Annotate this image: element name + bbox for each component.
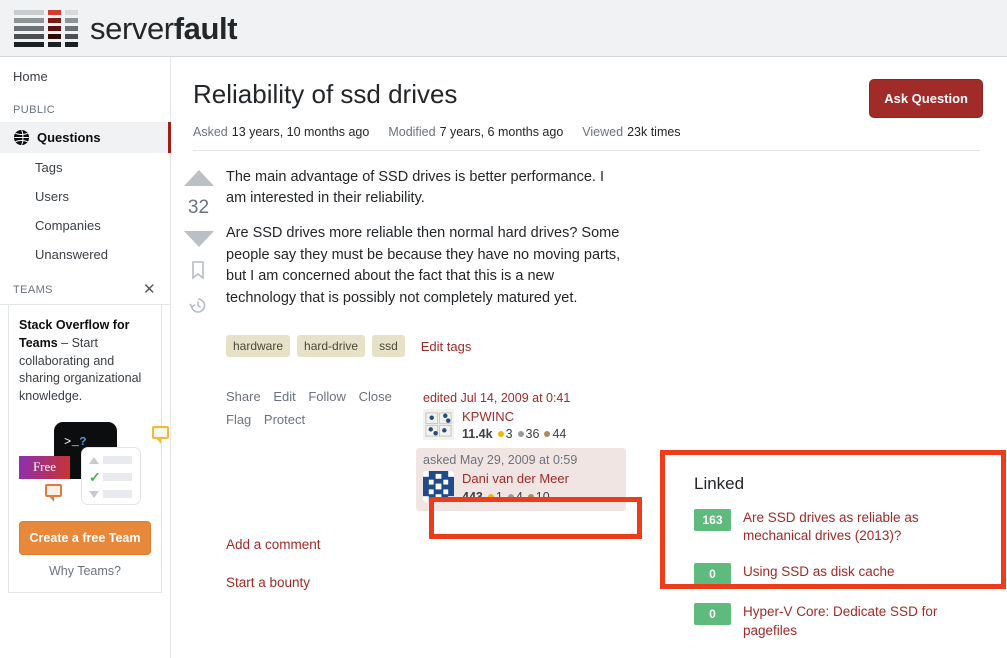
question-paragraph: Are SSD drives more reliable then normal… <box>226 225 621 306</box>
linked-item[interactable]: 0 Using SSD as disk cache <box>678 554 999 594</box>
question-paragraph: The main advantage of SSD drives is bett… <box>226 168 604 206</box>
question-header: Reliability of ssd drives Ask Question A… <box>171 57 1007 151</box>
sidebar-item-label: Companies <box>35 218 101 233</box>
teams-promo-illustration: >_? Free ✓ <box>19 419 169 511</box>
sidebar-item-questions[interactable]: Questions <box>0 122 171 153</box>
user-cards: edited Jul 14, 2009 at 0:41 KPWINC 11.4k… <box>416 386 626 511</box>
meta-viewed: Viewed 23k times <box>582 124 681 139</box>
top-bar: serverfault <box>0 0 1007 57</box>
checklist-card-icon: ✓ <box>81 446 141 505</box>
tag-list: hardware hard-drive ssd Edit tags <box>226 335 857 358</box>
meta-asked: Asked 13 years, 10 months ago <box>193 124 370 139</box>
vote-controls: 32 <box>171 167 226 511</box>
tag-hardware[interactable]: hardware <box>226 335 291 358</box>
tag-ssd[interactable]: ssd <box>372 335 405 358</box>
flag-link[interactable]: Flag <box>226 412 251 427</box>
edited-timestamp[interactable]: edited Jul 14, 2009 at 0:41 <box>423 391 619 405</box>
linked-title[interactable]: Hyper-V Core: Dedicate SSD for pagefiles <box>743 603 985 639</box>
linked-panel: Linked 163 Are SSD drives as reliable as… <box>678 460 999 649</box>
post-actions-row-2: Flag Protect <box>226 409 416 432</box>
meta-modified: Modified 7 years, 6 months ago <box>388 124 564 139</box>
sidebar-item-label: Questions <box>37 130 101 145</box>
page-root: serverfault Home PUBLIC Questions Tags U… <box>0 0 1007 658</box>
create-free-team-button[interactable]: Create a free Team <box>19 520 151 555</box>
close-link[interactable]: Close <box>359 389 392 404</box>
teams-section-header: TEAMS ✕ <box>0 269 170 305</box>
close-icon[interactable]: ✕ <box>143 282 156 297</box>
sidebar-item-tags[interactable]: Tags <box>0 153 170 182</box>
sidebar-item-label: Tags <box>35 160 63 175</box>
main-content: Reliability of ssd drives Ask Question A… <box>171 57 1007 658</box>
asker-card: asked May 29, 2009 at 0:59 Dani van der … <box>416 448 626 511</box>
linked-title[interactable]: Are SSD drives as reliable as mechanical… <box>743 509 985 545</box>
history-icon[interactable] <box>188 295 210 317</box>
editor-reputation: 11.4k 3 36 44 <box>462 427 567 442</box>
sidebar-item-companies[interactable]: Companies <box>0 211 170 240</box>
left-sidebar: Home PUBLIC Questions Tags Users Compani… <box>0 57 171 658</box>
vote-count: 32 <box>187 196 210 218</box>
teams-label: TEAMS <box>13 283 53 296</box>
speech-bubble-orange-icon <box>45 483 62 502</box>
question-text: The main advantage of SSD drives is bett… <box>226 167 626 310</box>
ask-question-button[interactable]: Ask Question <box>869 79 983 118</box>
protect-link[interactable]: Protect <box>264 412 305 427</box>
sidebar-item-unanswered[interactable]: Unanswered <box>0 240 170 269</box>
linked-heading: Linked <box>694 474 745 493</box>
site-logo[interactable]: serverfault <box>14 9 238 47</box>
edit-link[interactable]: Edit <box>273 389 295 404</box>
terminal-prompt-text: >_? <box>64 434 88 449</box>
share-link[interactable]: Share <box>226 389 261 404</box>
linked-score: 0 <box>694 603 731 626</box>
sidebar-section-public: PUBLIC <box>13 104 56 116</box>
linked-item[interactable]: 0 Hyper-V Core: Dedicate SSD for pagefil… <box>678 594 999 648</box>
linked-score: 0 <box>694 563 731 586</box>
question-meta: Asked 13 years, 10 months ago Modified 7 y… <box>193 111 980 151</box>
teams-promo-text: Stack Overflow for Teams – Start collabo… <box>19 317 151 406</box>
sidebar-item-label: Unanswered <box>35 247 108 262</box>
logo-text-thin: server <box>90 10 174 46</box>
editor-name[interactable]: KPWINC <box>462 409 566 425</box>
tag-hard-drive[interactable]: hard-drive <box>297 335 366 358</box>
globe-icon <box>13 129 30 146</box>
logo-text-bold: fault <box>173 10 238 46</box>
linked-title[interactable]: Using SSD as disk cache <box>743 563 895 581</box>
downvote-icon[interactable] <box>183 230 214 247</box>
sidebar-item-home[interactable]: Home <box>0 57 170 94</box>
asked-timestamp[interactable]: asked May 29, 2009 at 0:59 <box>423 453 619 467</box>
site-logo-text: serverfault <box>90 10 238 46</box>
follow-link[interactable]: Follow <box>308 389 346 404</box>
asker-name[interactable]: Dani van der Meer <box>462 471 569 487</box>
upvote-icon[interactable] <box>183 169 214 186</box>
post-actions-row-1: Share Edit Follow Close <box>226 386 416 409</box>
asker-reputation: 443 1 4 10 <box>462 489 550 504</box>
page-title: Reliability of ssd drives <box>193 79 458 109</box>
editor-card: edited Jul 14, 2009 at 0:41 KPWINC 11.4k… <box>416 386 626 448</box>
why-teams-link[interactable]: Why Teams? <box>19 564 151 578</box>
linked-item[interactable]: 163 Are SSD drives as reliable as mechan… <box>678 500 999 554</box>
avatar[interactable] <box>423 471 454 503</box>
sidebar-item-label: Users <box>35 189 69 204</box>
linked-score: 163 <box>694 509 731 531</box>
bookmark-icon[interactable] <box>188 260 210 282</box>
question-body: 32 The main advantage of SSD drives is b… <box>171 151 1007 511</box>
post-actions: Share Edit Follow Close Flag Protect <box>226 386 416 511</box>
sidebar-item-users[interactable]: Users <box>0 182 170 211</box>
teams-promo-card: Stack Overflow for Teams – Start collabo… <box>8 305 169 593</box>
speech-bubble-yellow-icon <box>152 425 169 444</box>
avatar[interactable] <box>423 409 454 441</box>
serverfault-logo-icon <box>14 9 78 47</box>
edit-tags-link[interactable]: Edit tags <box>421 339 472 354</box>
free-badge: Free <box>19 455 70 479</box>
